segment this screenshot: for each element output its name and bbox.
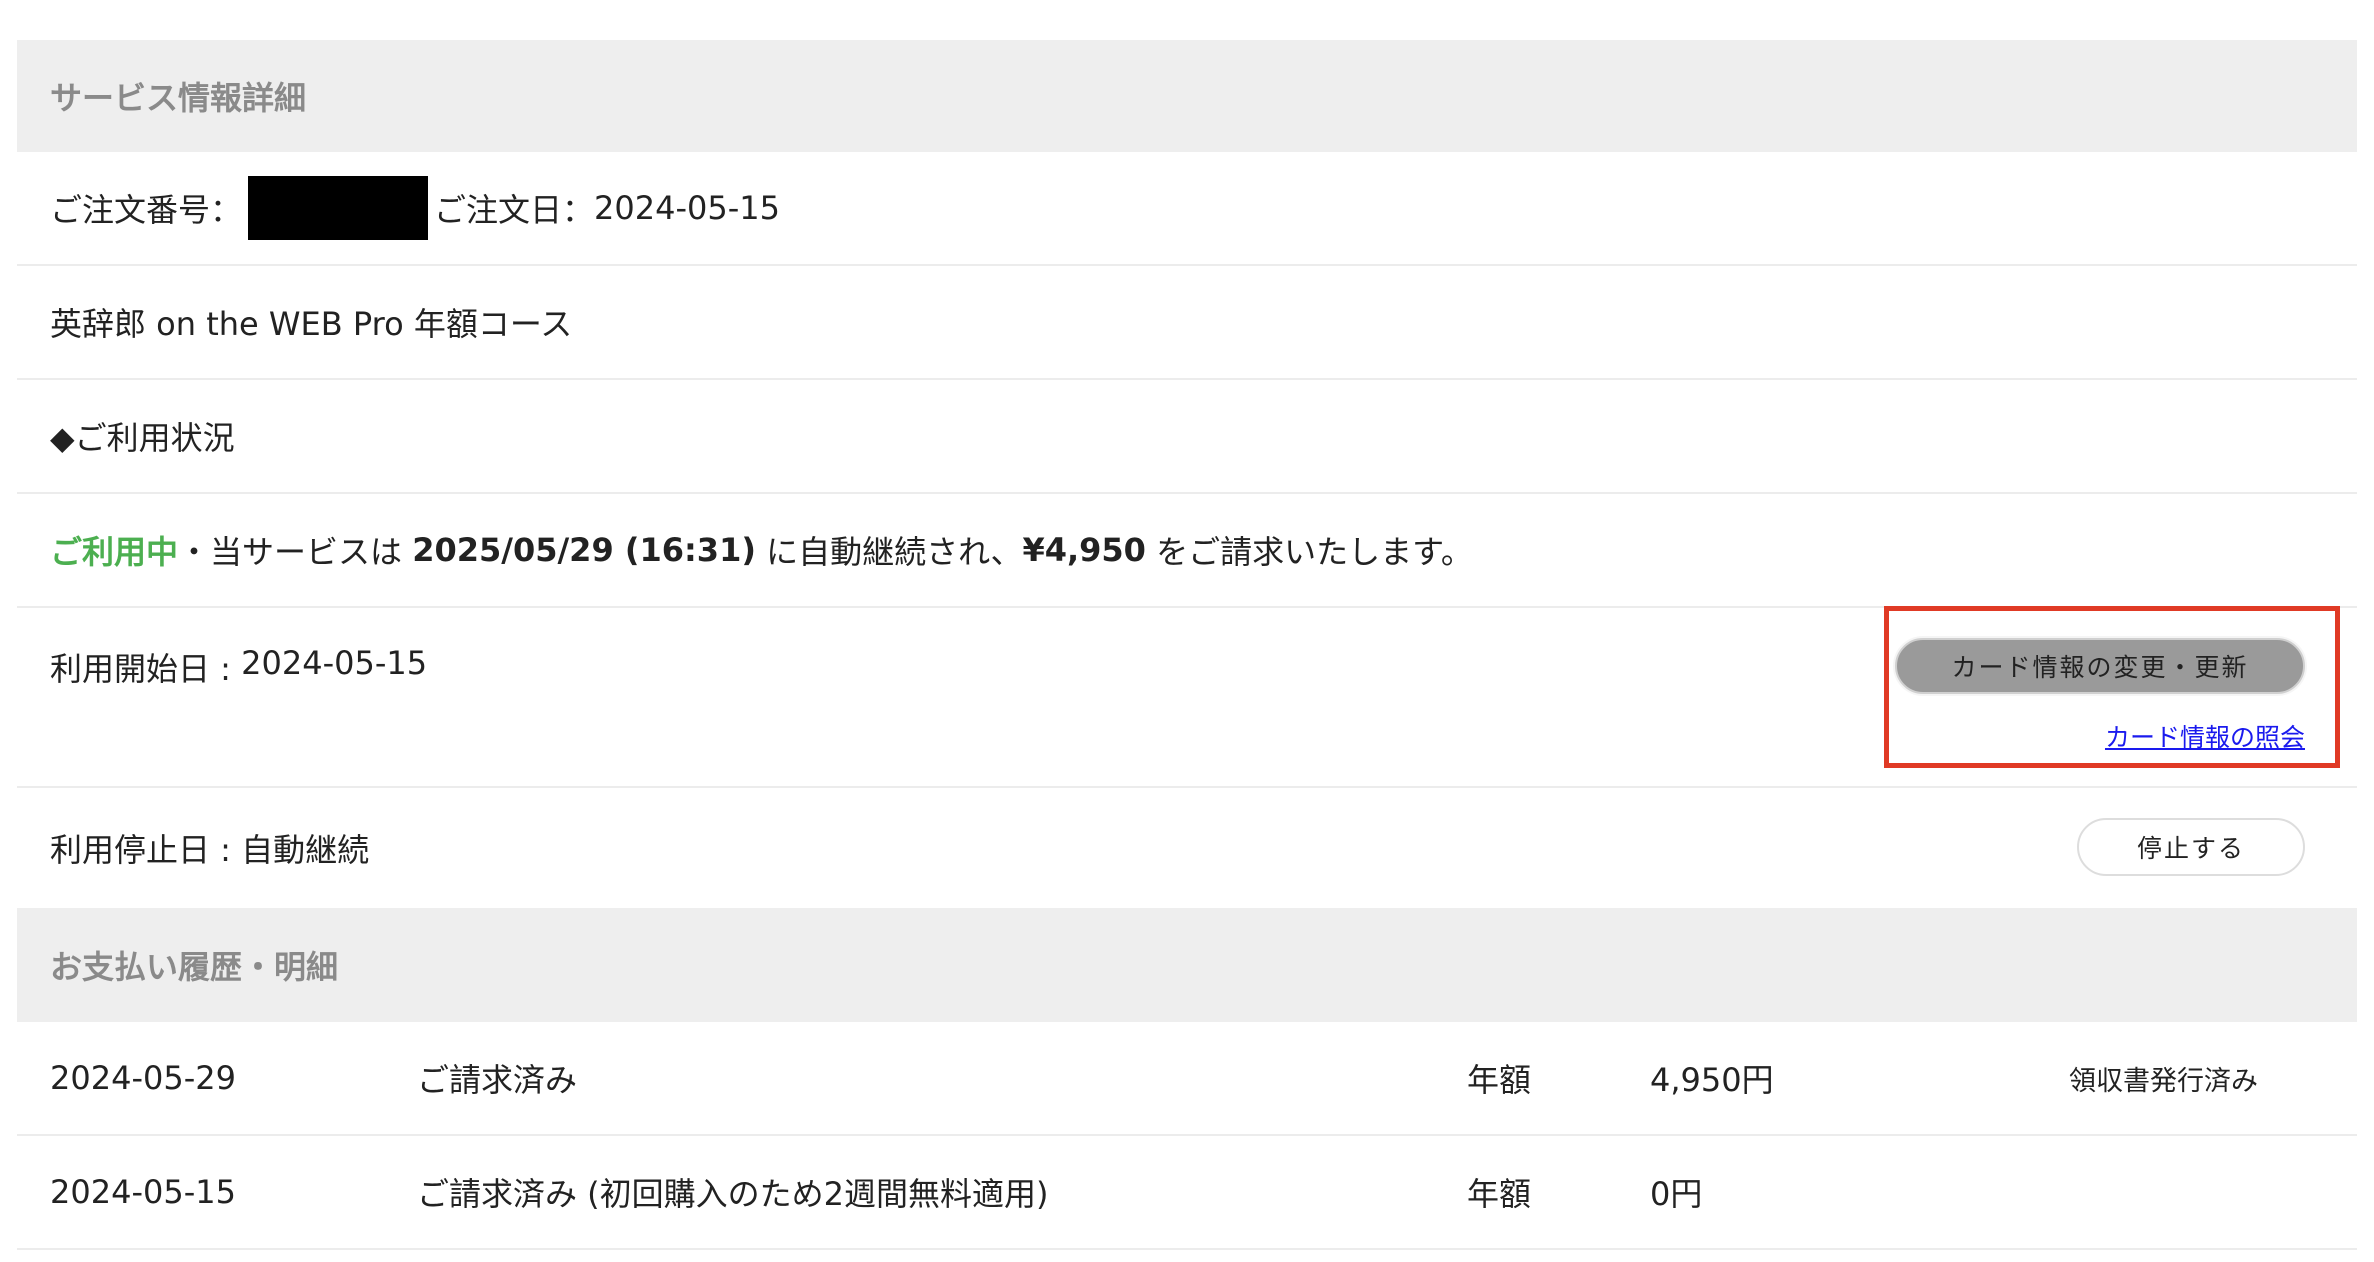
stop-date-row: 利用停止日 : 自動継続 停止する xyxy=(17,788,2357,908)
receipt-status: 領収書発行済み xyxy=(2069,1065,2258,1097)
start-date: 2024-05-15 xyxy=(241,644,428,682)
payment-amount: 0円 xyxy=(1650,1175,1703,1213)
renewal-amount: ¥4,950 xyxy=(1022,531,1146,569)
order-date: 2024-05-15 xyxy=(594,189,780,227)
start-date-row: 利用開始日 : 2024-05-15 カード情報の変更・更新 カード情報の照会 xyxy=(17,606,2357,788)
start-date-label: 利用開始日 : xyxy=(50,650,242,688)
service-info-header: サービス情報詳細 xyxy=(17,40,2357,152)
status-text-2: に自動継続され、 xyxy=(755,533,1023,571)
payment-plan: 年額 xyxy=(1467,1175,1532,1213)
payment-date: 2024-05-15 xyxy=(50,1173,236,1211)
payment-amount: 4,950円 xyxy=(1650,1061,1774,1099)
usage-heading: ◆ご利用状況 xyxy=(50,419,235,457)
payment-status: ご請求済み xyxy=(417,1061,578,1099)
payment-history-header: お支払い履歴・明細 xyxy=(17,908,2357,1022)
product-name: 英辞郎 on the WEB Pro 年額コース xyxy=(50,305,573,343)
status-text-3: をご請求いたします。 xyxy=(1145,533,1473,571)
payment-date: 2024-05-29 xyxy=(50,1059,236,1097)
table-row: 2024-05-29 ご請求済み 年額 4,950円 領収書発行済み xyxy=(17,1022,2357,1136)
payment-plan: 年額 xyxy=(1467,1061,1532,1099)
card-view-link[interactable]: カード情報の照会 xyxy=(2105,718,2305,754)
order-info-row: ご注文番号： ご注文日： 2024-05-15 xyxy=(17,152,2357,266)
table-row: 2024-05-15 ご請求済み (初回購入のため2週間無料適用) 年額 0円 xyxy=(17,1136,2357,1250)
service-info-title: サービス情報詳細 xyxy=(50,79,307,117)
renewal-datetime: 2025/05/29 (16:31) xyxy=(412,531,756,569)
stop-date-value: 自動継続 xyxy=(241,831,370,869)
main-container: サービス情報詳細 ご注文番号： ご注文日： 2024-05-15 英辞郎 on … xyxy=(17,40,2357,1250)
status-badge: ご利用中 xyxy=(50,533,179,571)
stop-button[interactable]: 停止する xyxy=(2077,818,2305,876)
order-number-label: ご注文番号： xyxy=(50,191,243,229)
card-update-button[interactable]: カード情報の変更・更新 xyxy=(1895,638,2305,694)
stop-date-label: 利用停止日 : xyxy=(50,831,242,869)
status-row: ご利用中 ・当サービスは 2025/05/29 (16:31) に自動継続され、… xyxy=(17,494,2357,608)
payment-history-title: お支払い履歴・明細 xyxy=(50,948,339,986)
usage-heading-row: ◆ご利用状況 xyxy=(17,380,2357,494)
status-text-1: ・当サービスは xyxy=(178,533,413,571)
product-row: 英辞郎 on the WEB Pro 年額コース xyxy=(17,266,2357,380)
payment-status: ご請求済み (初回購入のため2週間無料適用) xyxy=(417,1175,1049,1213)
redacted-order-number xyxy=(248,176,429,240)
order-date-label: ご注文日： xyxy=(434,191,595,229)
